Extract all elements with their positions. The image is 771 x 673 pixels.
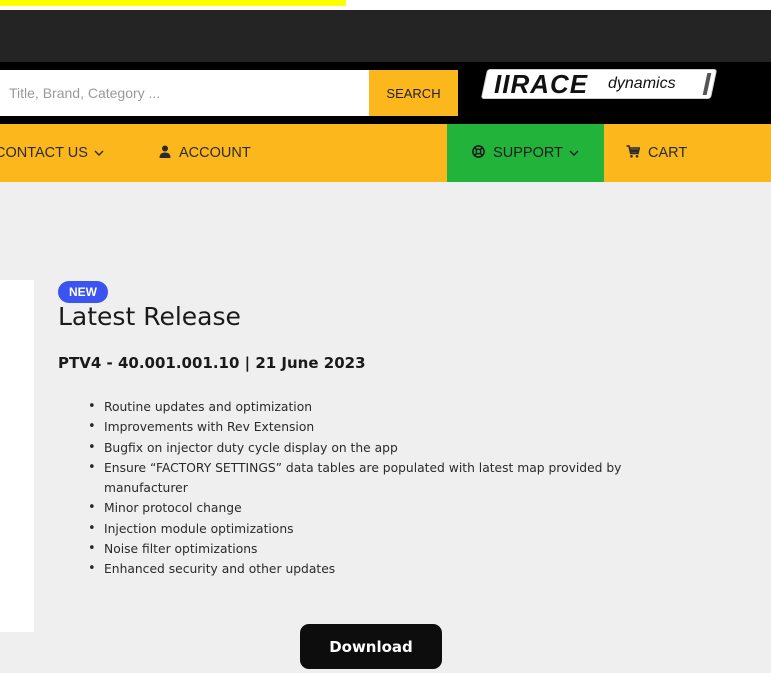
new-badge: NEW	[58, 281, 108, 303]
cart-icon	[626, 144, 641, 162]
nav-account-label: ACCOUNT	[179, 145, 251, 161]
user-icon	[159, 145, 171, 162]
chevron-down-icon	[94, 148, 104, 159]
nav-support[interactable]: SUPPORT	[447, 124, 604, 182]
chevron-down-icon	[569, 148, 579, 159]
release-version: PTV4 - 40.001.001.10 | 21 June 2023	[58, 354, 366, 372]
release-note-item: Ensure “FACTORY SETTINGS” data tables ar…	[88, 458, 708, 499]
release-note-item: Noise filter optimizations	[88, 539, 708, 560]
release-title: Latest Release	[58, 302, 241, 331]
release-note-item: Bugfix on injector duty cycle display on…	[88, 438, 708, 459]
lifebuoy-icon	[472, 144, 485, 162]
main-nav: CONTACT US ACCOUNT SUPPORT CART	[0, 124, 771, 182]
release-note-item: Minor protocol change	[88, 498, 708, 519]
release-note-item: Enhanced security and other updates	[88, 559, 708, 580]
nav-support-label: SUPPORT	[493, 145, 563, 161]
release-note-item: Improvements with Rev Extension	[88, 417, 708, 438]
top-bar	[0, 10, 771, 62]
race-dynamics-logo[interactable]: IIRACE dynamics	[480, 69, 718, 101]
release-notes: Routine updates and optimization Improve…	[88, 397, 708, 580]
search-button[interactable]: SEARCH	[369, 70, 458, 116]
logo-race-text: IIRACE	[494, 69, 589, 99]
download-button[interactable]: Download	[300, 624, 442, 669]
side-panel	[0, 280, 34, 632]
nav-account[interactable]: ACCOUNT	[159, 124, 251, 182]
release-note-item: Routine updates and optimization	[88, 397, 708, 418]
logo-dynamics-text: dynamics	[608, 75, 676, 92]
nav-cart-label: CART	[648, 145, 688, 161]
highlight-mark	[0, 0, 346, 6]
nav-contact-us[interactable]: CONTACT US	[0, 124, 104, 182]
nav-contact-label: CONTACT US	[0, 145, 88, 161]
nav-cart[interactable]: CART	[626, 124, 687, 182]
release-note-item: Injection module optimizations	[88, 519, 708, 540]
search-input[interactable]	[0, 70, 369, 116]
